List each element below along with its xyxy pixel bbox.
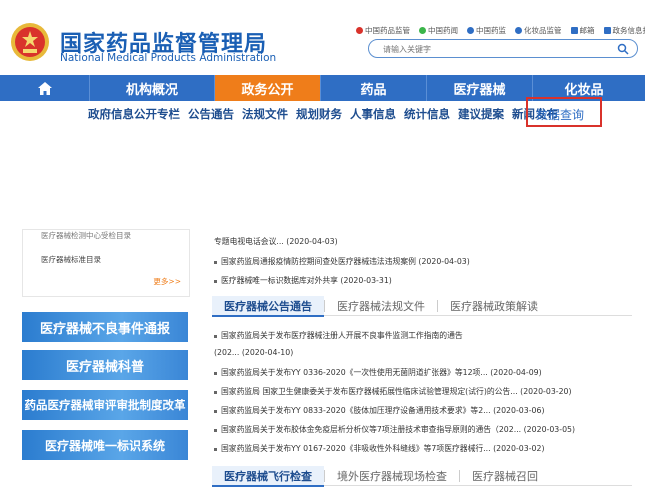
tab-bar-inspections: 医疗器械飞行检查 境外医疗器械现场检查 医疗器械召回	[212, 466, 632, 487]
news-text: 国家药监局关于发布YY 0167-2020《非吸收性外科缝线》等7项医疗器械行.…	[221, 444, 545, 453]
toplink-cosmetics[interactable]: 化妆品监管	[515, 25, 562, 36]
toplink-wechat[interactable]: 中国药闻	[419, 25, 458, 36]
app-icon	[515, 27, 522, 34]
search-input[interactable]	[383, 44, 603, 55]
tab-overseas-inspection[interactable]: 境外医疗器械现场检查	[325, 466, 459, 486]
toplink-weibo[interactable]: 中国药品监管	[356, 25, 410, 36]
toplink-label: 中国药品监管	[365, 26, 410, 35]
wechat-icon	[419, 27, 426, 34]
bullet-icon	[214, 334, 217, 338]
tab-announcements[interactable]: 医疗器械公告通告	[212, 296, 324, 317]
more-link[interactable]: 更多>>	[153, 276, 181, 287]
toplink-report[interactable]: 政务信息报送	[603, 25, 645, 36]
news-item[interactable]: 国家药监局关于发布YY 0336-2020《一次性使用无菌阴道扩张器》等12项.…	[214, 367, 542, 378]
page: 国家药品监督管理局 National Medical Products Admi…	[0, 0, 645, 500]
left-list-box: 医疗器械检测中心受检目录 医疗器械标准目录 更多>>	[22, 229, 190, 297]
news-item[interactable]: (202... (2020-04-10)	[214, 348, 293, 357]
mail-icon	[570, 27, 578, 34]
news-text: 国家药监局 国家卫生健康委关于发布医疗器械拓展性临床试验管理规定(试行)的公告.…	[221, 387, 572, 396]
news-item[interactable]: 国家药监局关于发布YY 0167-2020《非吸收性外科缝线》等7项医疗器械行.…	[214, 443, 545, 454]
list-item[interactable]: 医疗器械检测中心受检目录	[41, 230, 131, 241]
national-emblem-icon	[11, 23, 49, 61]
news-text: 国家药监局关于发布胶体金免疫层析分析仪等7项注册技术审查指导原则的通告（202.…	[221, 425, 576, 434]
subnav: 政府信息公开专栏 公告通告 法规文件 规划财务 人事信息 统计信息 建议提案 新…	[88, 106, 558, 122]
news-item[interactable]: 国家药监局关于发布医疗器械注册人开展不良事件监测工作指南的通告	[214, 330, 463, 341]
app-icon	[467, 27, 474, 34]
list-item[interactable]: 医疗器械标准目录	[41, 254, 101, 265]
subnav-item[interactable]: 政府信息公开专栏	[88, 106, 180, 122]
bullet-icon	[214, 447, 217, 451]
nav-item-drugs[interactable]: 药品	[321, 75, 427, 101]
toplink-mail[interactable]: 邮箱	[570, 25, 595, 36]
bullet-icon	[214, 371, 217, 375]
banner-reform[interactable]: 药品医疗器械审评审批制度改革	[22, 390, 188, 420]
nav-item-devices[interactable]: 医疗器械	[427, 75, 533, 101]
data-query-highlight[interactable]: 数据查询	[526, 97, 602, 127]
tab-flight-inspection[interactable]: 医疗器械飞行检查	[212, 466, 324, 487]
tab-policy[interactable]: 医疗器械政策解读	[438, 296, 550, 316]
news-text: 国家药监局关于发布YY 0336-2020《一次性使用无菌阴道扩张器》等12项.…	[221, 368, 542, 377]
news-text: (202... (2020-04-10)	[214, 348, 294, 357]
news-item[interactable]: 国家药监局关于发布YY 0833-2020《肢体加压理疗设备通用技术要求》等2.…	[214, 405, 545, 416]
bullet-icon	[214, 390, 217, 394]
search-box	[368, 39, 638, 58]
weibo-icon	[356, 27, 363, 34]
tab-recall[interactable]: 医疗器械召回	[460, 466, 550, 486]
subnav-item[interactable]: 公告通告	[188, 106, 234, 122]
banner-adverse-events[interactable]: 医疗器械不良事件通报	[22, 312, 188, 342]
tab-bar-announcements: 医疗器械公告通告 医疗器械法规文件 医疗器械政策解读	[212, 296, 632, 317]
tab-regulations[interactable]: 医疗器械法规文件	[325, 296, 437, 316]
banner-science[interactable]: 医疗器械科普	[22, 350, 188, 380]
bullet-icon	[214, 279, 217, 283]
news-text: 专题电视电话会议... (2020-04-03)	[214, 237, 338, 246]
banner-udi[interactable]: 医疗器械唯一标识系统	[22, 430, 188, 460]
bullet-icon	[214, 260, 217, 264]
news-item[interactable]: 专题电视电话会议... (2020-04-03)	[214, 236, 338, 247]
news-item[interactable]: 医疗器械唯一标识数据库对外共享 (2020-03-31)	[214, 275, 392, 286]
top-links: 中国药品监管 中国药闻 中国药监 化妆品监管 邮箱 政务信息报送	[356, 25, 645, 36]
subnav-item[interactable]: 规划财务	[296, 106, 342, 122]
subnav-item-data-query[interactable]: 数据查询	[536, 106, 584, 123]
toplink-label: 化妆品监管	[524, 26, 562, 35]
nav-home[interactable]	[0, 75, 90, 101]
subnav-item[interactable]: 人事信息	[350, 106, 396, 122]
toplink-label: 中国药闻	[428, 26, 458, 35]
site-header: 国家药品监督管理局 National Medical Products Admi…	[0, 0, 645, 72]
toplink-label: 政务信息报送	[612, 26, 645, 35]
nav-item-org[interactable]: 机构概况	[90, 75, 215, 101]
news-item[interactable]: 国家药监局关于发布胶体金免疫层析分析仪等7项注册技术审查指导原则的通告（202.…	[214, 424, 575, 435]
news-item[interactable]: 国家药监局 国家卫生健康委关于发布医疗器械拓展性临床试验管理规定(试行)的公告.…	[214, 386, 572, 397]
bullet-icon	[214, 428, 217, 432]
site-subtitle: National Medical Products Administration	[60, 52, 277, 64]
news-text: 国家药监局关于发布YY 0833-2020《肢体加压理疗设备通用技术要求》等2.…	[221, 406, 545, 415]
news-text: 国家药监局关于发布医疗器械注册人开展不良事件监测工作指南的通告	[221, 331, 463, 340]
subnav-item[interactable]: 统计信息	[404, 106, 450, 122]
toplink-label: 邮箱	[579, 26, 595, 35]
toplink-label: 中国药监	[476, 26, 506, 35]
news-text: 国家药监局通报疫情防控期间查处医疗器械违法违规案例 (2020-04-03)	[221, 257, 470, 266]
report-icon	[603, 27, 611, 34]
subnav-item[interactable]: 法规文件	[242, 106, 288, 122]
toplink-app[interactable]: 中国药监	[467, 25, 506, 36]
nav-item-gov-affairs[interactable]: 政务公开	[215, 75, 321, 101]
home-icon	[37, 81, 52, 95]
news-item[interactable]: 国家药监局通报疫情防控期间查处医疗器械违法违规案例 (2020-04-03)	[214, 256, 470, 267]
news-text: 医疗器械唯一标识数据库对外共享 (2020-03-31)	[221, 276, 392, 285]
bullet-icon	[214, 409, 217, 413]
search-icon[interactable]	[617, 43, 629, 55]
subnav-item[interactable]: 建议提案	[458, 106, 504, 122]
